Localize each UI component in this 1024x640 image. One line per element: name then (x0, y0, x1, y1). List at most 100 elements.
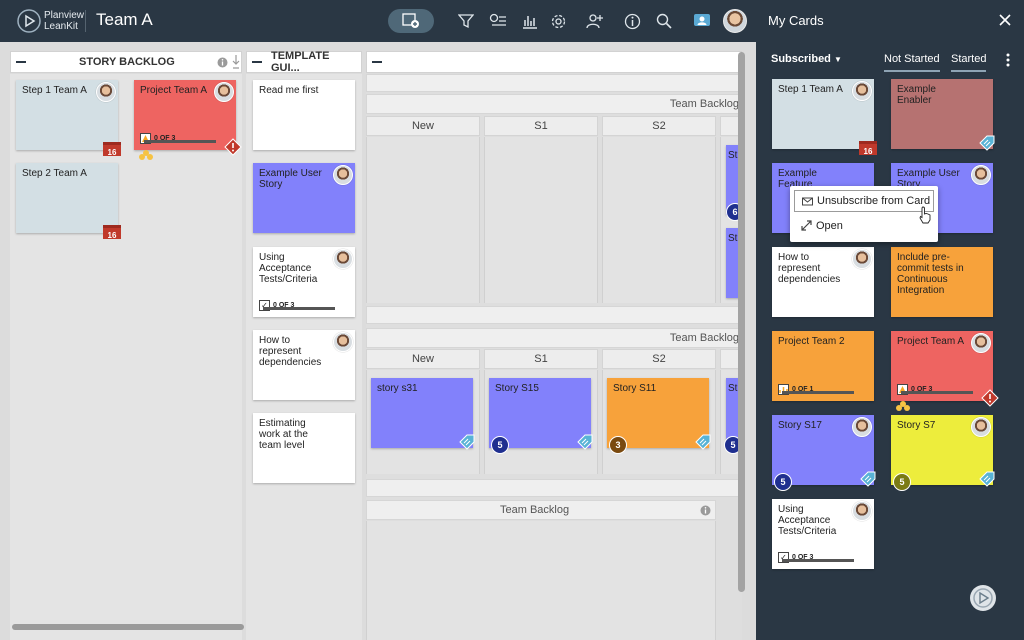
assignee-avatar[interactable] (214, 82, 234, 102)
filter-icon[interactable] (456, 11, 476, 31)
add-card-icon (402, 13, 419, 28)
assignee-avatar[interactable] (852, 81, 872, 101)
blocked-icon (981, 389, 999, 407)
lane-title: STORY BACKLOG (79, 56, 175, 68)
top-bar: Planview LeanKit Team A (0, 0, 756, 42)
lane-spacer (366, 74, 742, 92)
column-header-s1[interactable]: S1 (484, 349, 598, 369)
tab-started[interactable]: Started (951, 53, 987, 72)
subscribed-dropdown[interactable]: Subscribed ▼ (771, 53, 842, 65)
unsubscribe-menu-item[interactable]: Unsubscribe from Card (794, 190, 934, 212)
my-cards-panel: My Cards Subscribed ▼ Not Started Starte… (756, 0, 1024, 640)
card-read-me-first[interactable]: Read me first (253, 80, 355, 150)
my-work-icon[interactable] (488, 11, 508, 31)
add-user-icon[interactable] (585, 11, 605, 31)
settings-gear-icon[interactable] (548, 11, 568, 31)
assignee-avatar[interactable] (96, 82, 116, 102)
lane-body-story-backlog (10, 74, 242, 640)
tab-not-started[interactable]: Not Started (884, 53, 940, 72)
team-backlog-header-top[interactable]: Team Backlog (366, 94, 742, 114)
leankit-logo-icon (17, 9, 41, 33)
size-badge: 5 (491, 436, 509, 454)
lane-wip-icon[interactable] (232, 54, 240, 70)
size-badge: 3 (609, 436, 627, 454)
search-icon[interactable] (654, 11, 674, 31)
card-example-user-story[interactable]: Example User Story (253, 163, 355, 233)
divider (85, 10, 86, 32)
assignee-avatar[interactable] (971, 333, 991, 353)
card-step1-team-a[interactable]: Step 1 Team A 16 (772, 79, 877, 156)
lane-info-icon[interactable] (217, 57, 228, 68)
leankit-assistant-icon[interactable] (970, 585, 996, 611)
vertical-scrollbar[interactable] (738, 52, 745, 592)
team-backlog-header-bottom[interactable]: Team Backlog (366, 500, 716, 520)
add-card-button[interactable] (388, 9, 434, 33)
assignee-avatar[interactable] (852, 249, 872, 269)
tag-icon (979, 135, 995, 151)
task-progress: ✓ 0 OF 3 (259, 300, 336, 311)
my-cards-icon[interactable] (692, 11, 712, 31)
close-icon[interactable] (998, 13, 1012, 27)
lane-header-story-backlog[interactable]: STORY BACKLOG (10, 51, 242, 73)
card-estimating-work[interactable]: Estimating work at the team level (253, 413, 355, 483)
board-title[interactable]: Team A (96, 10, 153, 30)
open-menu-item[interactable]: Open (794, 215, 934, 237)
horizontal-scrollbar[interactable] (12, 624, 244, 630)
size-badge: 5 (893, 473, 911, 491)
assignee-avatar[interactable] (333, 249, 353, 269)
task-progress: 0 OF 1 (778, 384, 855, 395)
lane-info-icon[interactable] (700, 505, 711, 516)
progress-bar (782, 559, 855, 562)
column-body (366, 521, 716, 640)
column-header-s2[interactable]: S2 (602, 349, 716, 369)
card-story-s15[interactable]: Story S15 5 (489, 378, 593, 454)
card-acceptance-tests[interactable]: Using Acceptance Tests/Criteria ✓ 0 OF 3 (772, 499, 874, 569)
card-acceptance-tests[interactable]: Using Acceptance Tests/Criteria ✓ 0 OF 3 (253, 247, 355, 317)
column-header-new[interactable]: New (366, 116, 480, 136)
due-date-badge: 16 (103, 142, 121, 157)
card-step2-team-a[interactable]: Step 2 Team A 16 (16, 163, 121, 240)
card-story-s7[interactable]: Story S7 5 (891, 415, 995, 491)
assignee-avatar[interactable] (971, 165, 991, 185)
collapse-lane-icon[interactable] (372, 61, 382, 63)
kanban-board: STORY BACKLOG TEMPLATE GUI... Team Backl… (0, 42, 756, 640)
panel-title: My Cards (768, 13, 824, 28)
assignee-avatar[interactable] (333, 332, 353, 352)
card-project-team-2[interactable]: Project Team 2 0 OF 1 (772, 331, 874, 401)
assignee-avatar[interactable] (852, 501, 872, 521)
tag-icon (577, 434, 593, 450)
analytics-icon[interactable] (520, 11, 540, 31)
column-header-s1[interactable]: S1 (484, 116, 598, 136)
lane-header-template-guide[interactable]: TEMPLATE GUI... (246, 50, 362, 74)
assignee-avatar[interactable] (333, 165, 353, 185)
assignee-avatar[interactable] (852, 417, 872, 437)
tag-icon (860, 471, 876, 487)
column-header-s2[interactable]: S2 (602, 116, 716, 136)
column-header-new[interactable]: New (366, 349, 480, 369)
card-project-team-a[interactable]: Project Team A 0 OF 3 (134, 80, 242, 160)
card-represent-dependencies[interactable]: How to represent dependencies (253, 330, 355, 400)
more-options-icon[interactable] (1006, 53, 1010, 67)
card-story-s31[interactable]: story s31 (371, 378, 475, 450)
lane-header-team[interactable] (366, 51, 742, 73)
column-body (484, 137, 598, 303)
size-badge: 5 (774, 473, 792, 491)
info-icon[interactable] (622, 11, 642, 31)
assignee-avatar[interactable] (971, 417, 991, 437)
user-avatar[interactable] (723, 9, 747, 33)
collapse-lane-icon[interactable] (252, 61, 262, 63)
column-body (602, 137, 716, 303)
card-step1-team-a[interactable]: Step 1 Team A 16 (16, 80, 121, 157)
card-represent-dependencies[interactable]: How to represent dependencies (772, 247, 874, 317)
expand-icon (801, 220, 812, 231)
card-story-s11[interactable]: Story S11 3 (607, 378, 711, 454)
card-project-team-a[interactable]: Project Team A 0 OF 3 (891, 331, 999, 411)
card-example-enabler[interactable]: Example Enabler (891, 79, 995, 151)
collapse-lane-icon[interactable] (16, 61, 26, 63)
hand-cursor-icon (919, 206, 931, 224)
card-precommit-tests[interactable]: Include pre-commit tests in Continuous I… (891, 247, 993, 317)
progress-bar (144, 140, 217, 143)
team-icon (896, 401, 910, 411)
team-backlog-header-mid[interactable]: Team Backlog (366, 328, 742, 348)
card-story-s17[interactable]: Story S17 5 (772, 415, 876, 491)
